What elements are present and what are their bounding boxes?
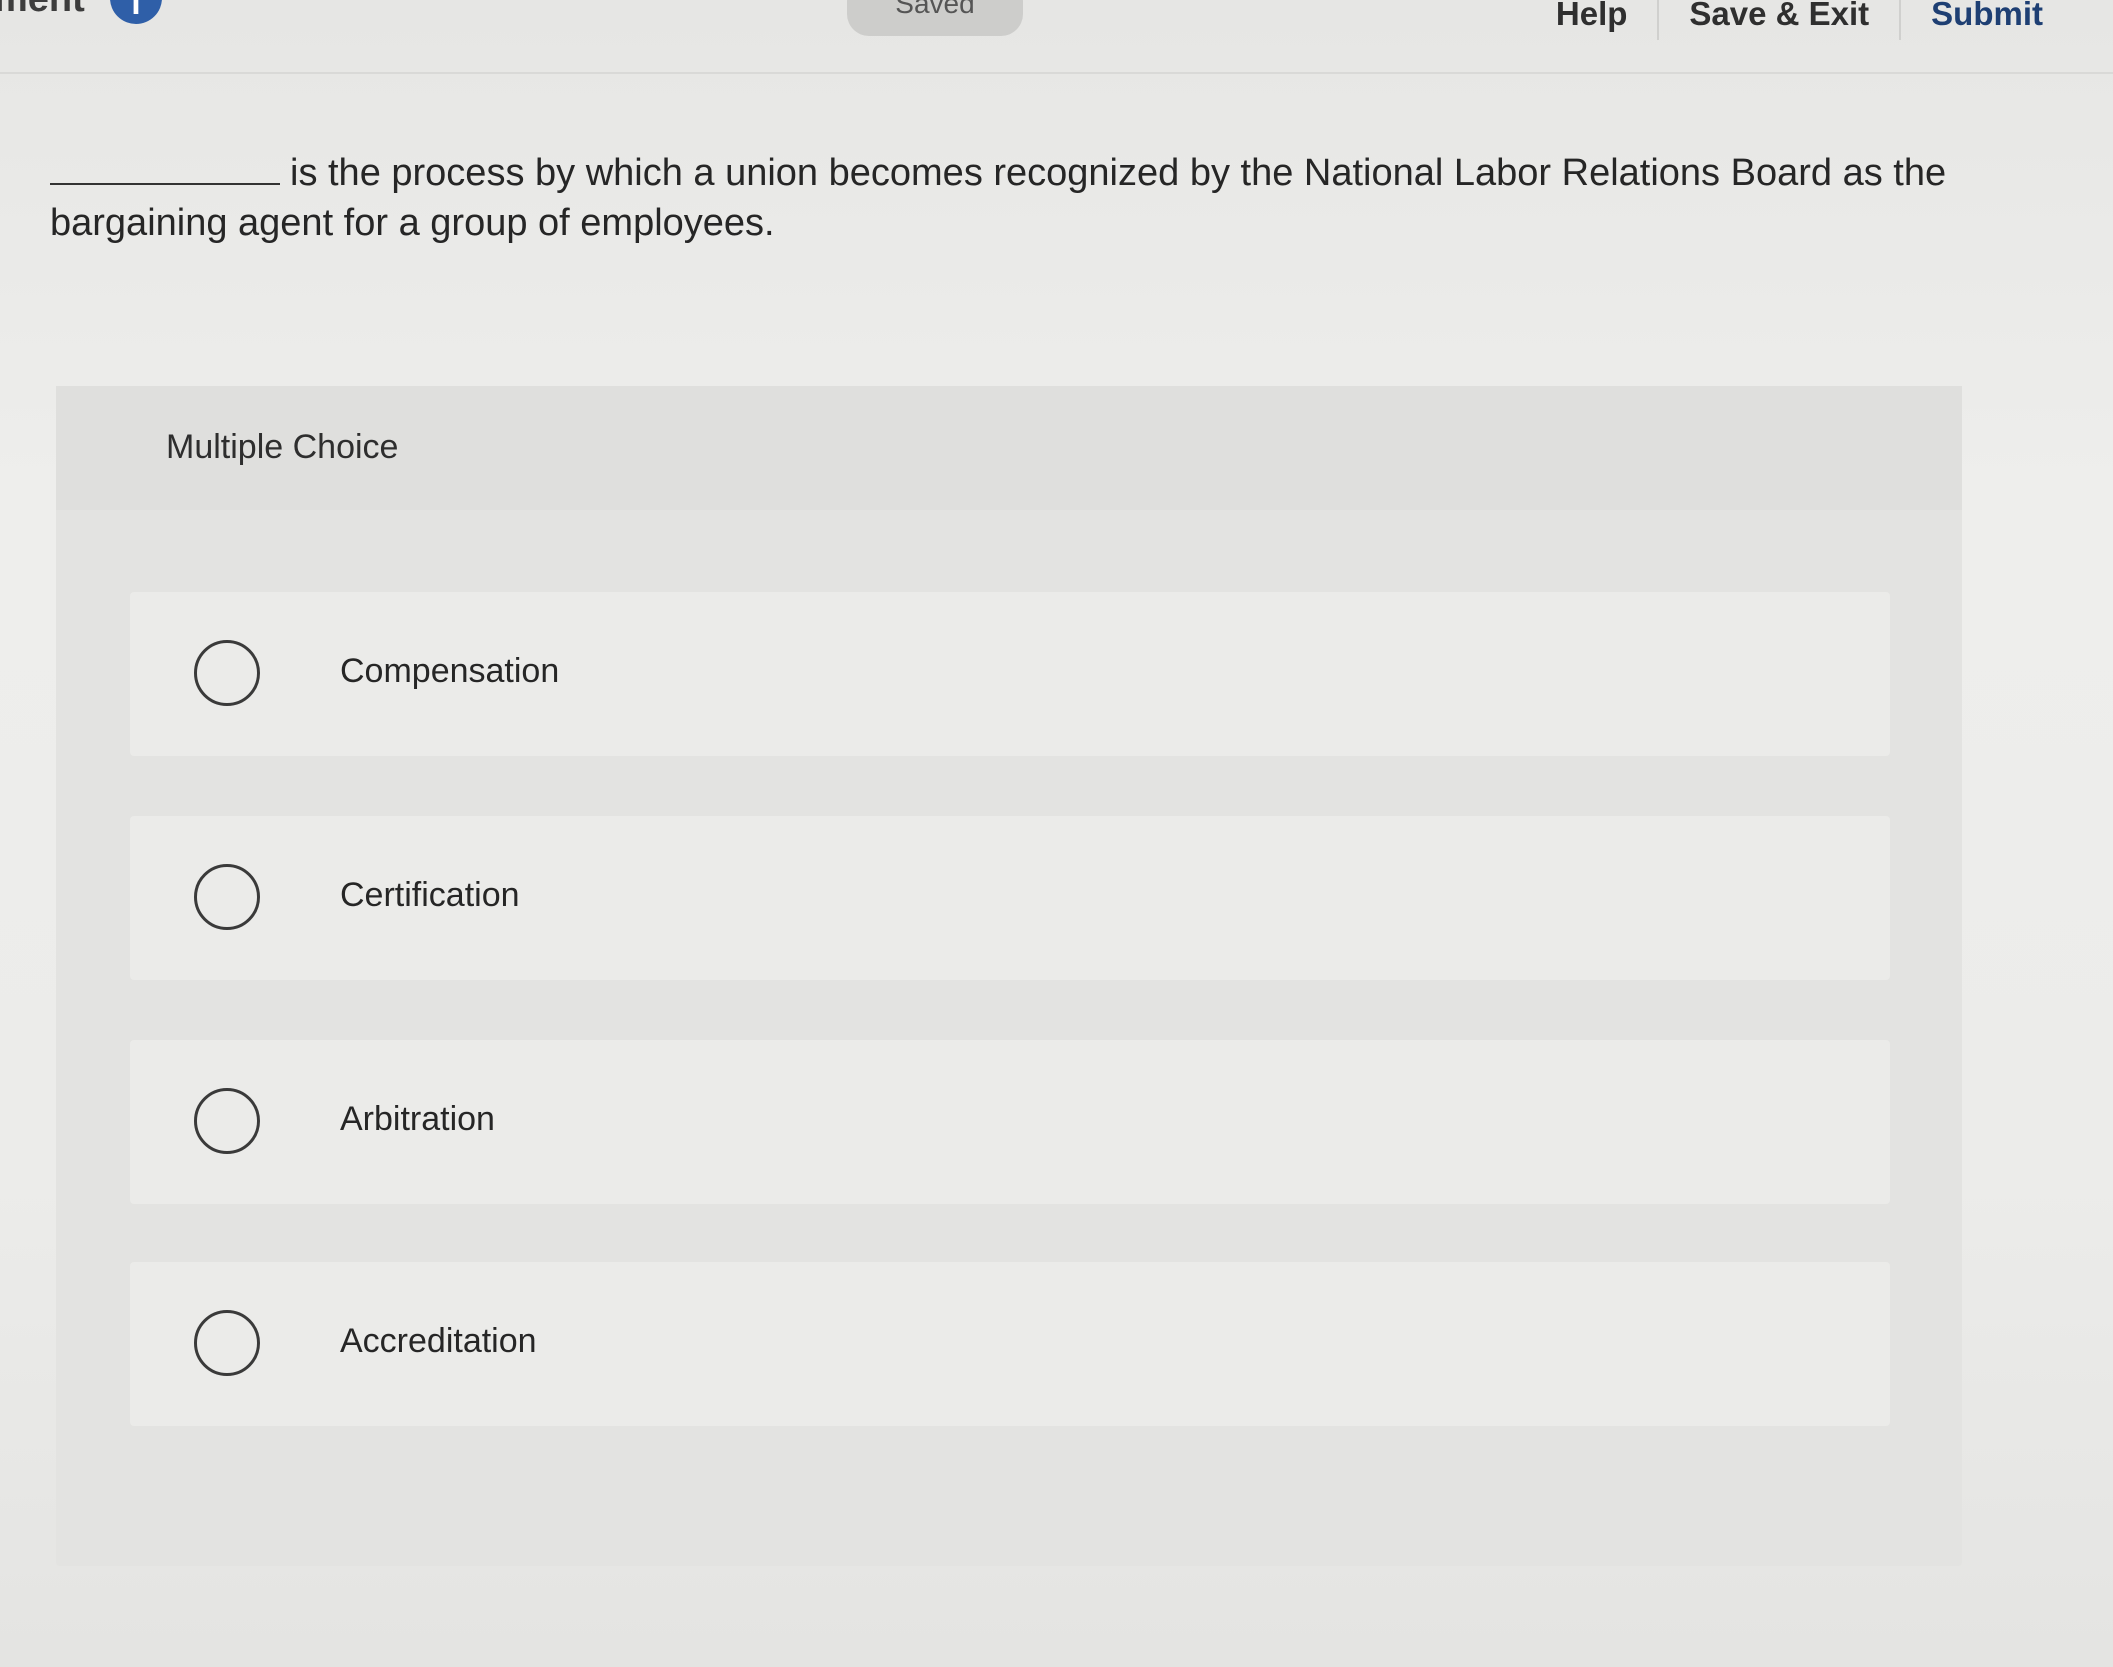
- choice-label: Compensation: [340, 652, 560, 690]
- saved-status-badge: Saved: [847, 0, 1023, 36]
- radio-button[interactable]: [194, 640, 260, 706]
- question-text: is the process by which a union becomes …: [50, 152, 1947, 244]
- answer-blank: [50, 151, 280, 185]
- question-prompt: is the process by which a union becomes …: [50, 148, 1950, 248]
- assessment-page: ment i Saved Help Save & Exit Submit is …: [0, 0, 2113, 1667]
- choice-label: Arbitration: [340, 1100, 495, 1138]
- radio-button[interactable]: [194, 1310, 260, 1376]
- info-icon[interactable]: i: [110, 0, 162, 24]
- multiple-choice-header: Multiple Choice: [56, 386, 1962, 510]
- top-bar: ment i Saved Help Save & Exit Submit: [0, 0, 2113, 74]
- multiple-choice-title: Multiple Choice: [166, 428, 399, 466]
- radio-button[interactable]: [194, 864, 260, 930]
- top-actions: Help Save & Exit Submit: [1526, 0, 2073, 40]
- help-button[interactable]: Help: [1526, 0, 1658, 40]
- radio-button[interactable]: [194, 1088, 260, 1154]
- assignment-title: ment: [0, 0, 85, 21]
- choice-option-accreditation[interactable]: Accreditation: [130, 1262, 1890, 1426]
- choice-option-certification[interactable]: Certification: [130, 816, 1890, 980]
- choice-label: Accreditation: [340, 1322, 537, 1360]
- choice-option-arbitration[interactable]: Arbitration: [130, 1040, 1890, 1204]
- choice-option-compensation[interactable]: Compensation: [130, 592, 1890, 756]
- choice-label: Certification: [340, 876, 520, 914]
- multiple-choice-panel: Multiple Choice Compensation Certificati…: [56, 386, 1962, 1566]
- submit-button[interactable]: Submit: [1899, 0, 2073, 40]
- save-exit-button[interactable]: Save & Exit: [1657, 0, 1899, 40]
